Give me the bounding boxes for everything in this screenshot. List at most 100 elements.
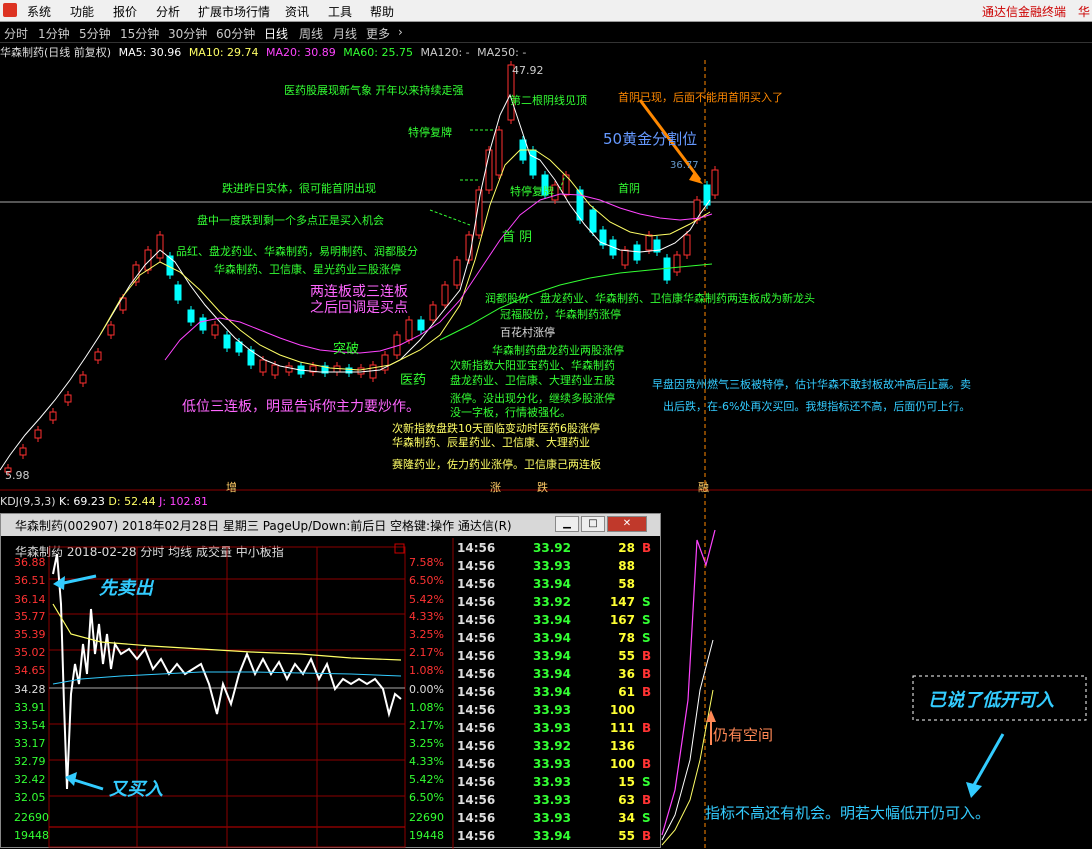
tick-price: 33.93 bbox=[533, 811, 571, 825]
tick-price: 33.93 bbox=[533, 775, 571, 789]
tick-side: B bbox=[642, 649, 652, 663]
candle bbox=[441, 284, 449, 306]
tick-row[interactable]: 14:56 33.93 100 bbox=[457, 703, 657, 720]
tick-row[interactable]: 14:56 33.94 167 S bbox=[457, 613, 657, 630]
candle bbox=[417, 319, 425, 331]
annotation-text: 跌进昨日实体，很可能首阴出现 bbox=[222, 182, 376, 195]
annotation-text: 首阴已现，后面不能用首阴买入了 bbox=[618, 91, 783, 104]
candle bbox=[645, 234, 653, 251]
right-scale-label: 4.33% bbox=[409, 610, 444, 623]
candle bbox=[107, 324, 115, 336]
candle bbox=[529, 149, 537, 176]
tick-side: S bbox=[642, 775, 651, 789]
tick-price: 33.93 bbox=[533, 757, 571, 771]
tick-row[interactable]: 14:56 33.94 55 B bbox=[457, 829, 657, 846]
candle bbox=[199, 317, 207, 331]
tick-volume: 61 bbox=[618, 685, 635, 699]
arrow-buy-line bbox=[70, 777, 104, 791]
tick-volume: 78 bbox=[618, 631, 635, 645]
tick-row[interactable]: 14:56 33.92 147 S bbox=[457, 595, 657, 612]
tick-time: 14:56 bbox=[457, 577, 496, 591]
right-scale-label: 0.00% bbox=[409, 683, 444, 696]
tick-time: 14:56 bbox=[457, 559, 496, 573]
left-scale-label: 33.17 bbox=[14, 737, 46, 750]
tick-time: 14:56 bbox=[457, 703, 496, 717]
candle bbox=[79, 374, 87, 384]
tick-price: 33.94 bbox=[533, 667, 571, 681]
annotation-text: 品红、盘龙药业、华森制药，易明制药、润都股分 bbox=[176, 245, 418, 258]
annotation-text: 冠福股份，华森制药涨停 bbox=[500, 308, 621, 321]
tick-volume: 63 bbox=[618, 793, 635, 807]
tick-row[interactable]: 14:56 33.92 28 B bbox=[457, 541, 657, 558]
tick-row[interactable]: 14:56 33.93 34 S bbox=[457, 811, 657, 828]
tick-row[interactable]: 14:56 33.93 15 S bbox=[457, 775, 657, 792]
right-scale-label: 19448 bbox=[409, 829, 444, 842]
annotation-text: 润都股份、盘龙药业、华森制药、卫信康华森制药两连板成为新龙头 bbox=[485, 292, 815, 305]
right-scale-label: 1.08% bbox=[409, 664, 444, 677]
candle bbox=[271, 364, 279, 376]
left-scale-label: 35.02 bbox=[14, 646, 46, 659]
tick-row[interactable]: 14:56 33.94 55 B bbox=[457, 649, 657, 666]
annotation-text: 特停复牌 bbox=[510, 185, 554, 198]
right-scale-label: 5.42% bbox=[409, 593, 444, 606]
tick-row[interactable]: 14:56 33.93 100 B bbox=[457, 757, 657, 774]
right-scale-label: 6.50% bbox=[409, 791, 444, 804]
tick-row[interactable]: 14:56 33.94 36 B bbox=[457, 667, 657, 684]
tick-row[interactable]: 14:56 33.92 136 bbox=[457, 739, 657, 756]
tick-price: 33.93 bbox=[533, 559, 571, 573]
tick-side: B bbox=[642, 667, 652, 681]
tick-side: S bbox=[642, 595, 651, 609]
signal-marker: 涨 bbox=[490, 481, 501, 494]
tick-volume: 34 bbox=[618, 811, 635, 825]
tick-time: 14:56 bbox=[457, 793, 496, 807]
candle bbox=[693, 199, 701, 221]
space-note: 仍有空间 bbox=[713, 726, 774, 744]
tick-volume: 28 bbox=[618, 541, 635, 555]
tick-time: 14:56 bbox=[457, 757, 496, 771]
tick-row[interactable]: 14:56 33.93 111 B bbox=[457, 721, 657, 738]
expand-icon[interactable] bbox=[394, 543, 405, 554]
annotation-text: 特停复牌 bbox=[408, 126, 452, 139]
annotation-text: 首阴 bbox=[618, 182, 640, 195]
tick-price: 33.94 bbox=[533, 649, 571, 663]
kdj-j: J: 102.81 bbox=[159, 495, 209, 508]
signal-marker: 跌 bbox=[537, 481, 548, 494]
right-scale-label: 2.17% bbox=[409, 646, 444, 659]
annotation-text: 早盘因贵州燃气三板被特停，估计华森不敢封板故冲高后止赢。卖 bbox=[652, 378, 971, 391]
candle bbox=[34, 429, 42, 439]
tick-time: 14:56 bbox=[457, 541, 496, 555]
tick-price: 33.92 bbox=[533, 739, 571, 753]
tick-volume: 136 bbox=[609, 739, 635, 753]
left-scale-label: 33.91 bbox=[14, 701, 46, 714]
left-scale-label: 32.05 bbox=[14, 791, 46, 804]
annotation-text: 华森制药、辰星药业、卫信康、大理药业 bbox=[392, 436, 590, 449]
candle bbox=[429, 304, 437, 321]
tick-time: 14:56 bbox=[457, 775, 496, 789]
tick-row[interactable]: 14:56 33.94 58 bbox=[457, 577, 657, 594]
candle bbox=[495, 129, 503, 176]
tick-price: 33.94 bbox=[533, 829, 571, 843]
tick-price: 33.92 bbox=[533, 541, 571, 555]
left-scale-label: 32.42 bbox=[14, 773, 46, 786]
tick-price: 33.94 bbox=[533, 577, 571, 591]
box-note[interactable]: 已说了低开可入 bbox=[928, 686, 1054, 712]
tick-volume: 55 bbox=[618, 649, 635, 663]
left-scale-label: 36.14 bbox=[14, 593, 46, 606]
annotation-text: 之后回调是买点 bbox=[310, 300, 408, 316]
annotation-text: 低位三连板，明显告诉你主力要炒作。 bbox=[182, 399, 420, 415]
annotation-text: 首 阴 bbox=[502, 230, 533, 245]
level-price-label: 36.77 bbox=[670, 160, 699, 171]
tick-volume: 147 bbox=[609, 595, 635, 609]
candle bbox=[453, 259, 461, 286]
tick-side: S bbox=[642, 811, 651, 825]
left-scale-label: 22690 bbox=[14, 811, 49, 824]
tick-row[interactable]: 14:56 33.93 63 B bbox=[457, 793, 657, 810]
tick-time: 14:56 bbox=[457, 649, 496, 663]
candle bbox=[357, 367, 365, 375]
tick-row[interactable]: 14:56 33.94 78 S bbox=[457, 631, 657, 648]
annotation-text: 华森制药、卫信康、星光药业三股涨停 bbox=[214, 263, 401, 276]
candle bbox=[259, 359, 267, 373]
tick-row[interactable]: 14:56 33.94 61 B bbox=[457, 685, 657, 702]
candle bbox=[369, 364, 377, 379]
tick-row[interactable]: 14:56 33.93 88 bbox=[457, 559, 657, 576]
